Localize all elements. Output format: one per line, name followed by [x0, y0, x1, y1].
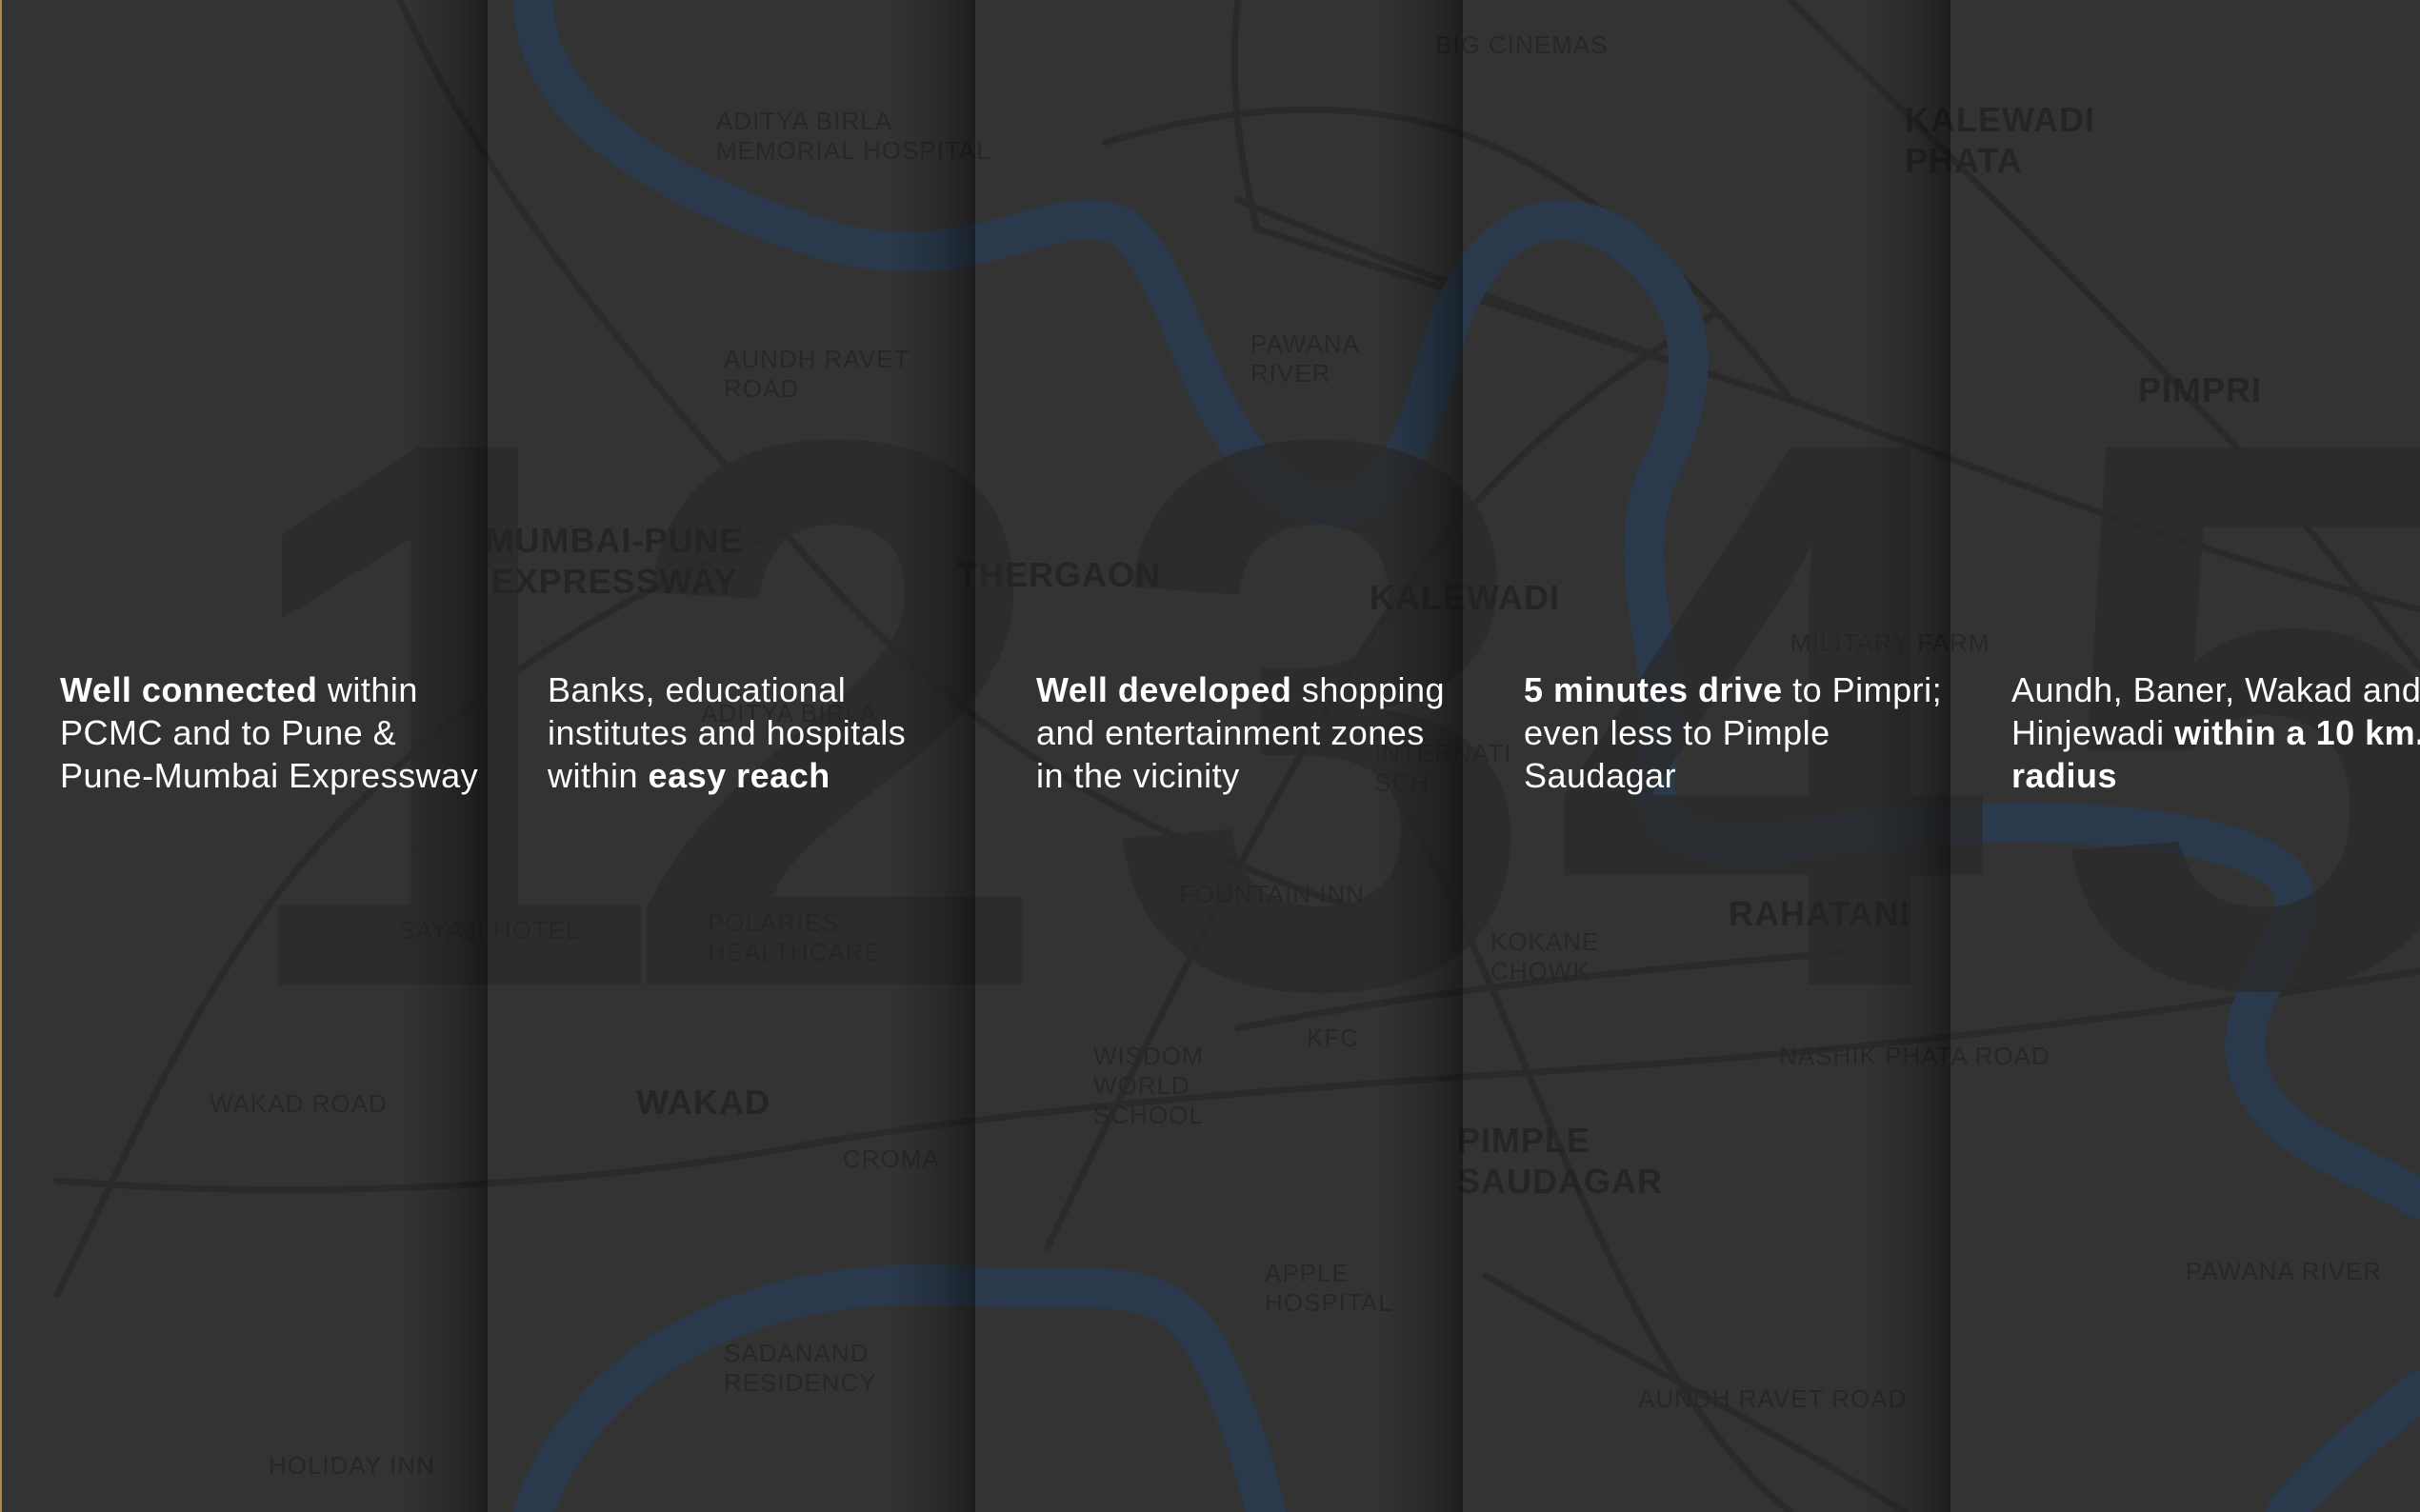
feature-text: Banks, educational institutes and hospit…: [548, 668, 967, 797]
feature-panel-3: Well developed shopping and entertainmen…: [975, 0, 1463, 1512]
feature-text-bold: Well connected: [60, 670, 318, 709]
map-background: 1 2 3 4 5 BIG CINEMAS ADITYA BIRLA MEMOR…: [0, 0, 2420, 1512]
feature-panel-5: Aundh, Baner, Wakad and Hinjewadi within…: [1950, 0, 2420, 1512]
feature-panel-2: Banks, educational institutes and hospit…: [488, 0, 975, 1512]
feature-text-bold: 5 minutes drive: [1524, 670, 1783, 709]
feature-text-bold: Well developed: [1036, 670, 1292, 709]
feature-text-bold-end: easy reach: [648, 756, 830, 795]
feature-text: Aundh, Baner, Wakad and Hinjewadi within…: [2011, 668, 2420, 797]
feature-text: 5 minutes drive to Pimpri; even less to …: [1524, 668, 1943, 797]
feature-text: Well developed shopping and entertainmen…: [1036, 668, 1455, 797]
feature-panel-1: Well connected within PCMC and to Pune &…: [0, 0, 488, 1512]
feature-text: Well connected within PCMC and to Pune &…: [60, 668, 479, 797]
feature-panel-4: 5 minutes drive to Pimpri; even less to …: [1463, 0, 1950, 1512]
